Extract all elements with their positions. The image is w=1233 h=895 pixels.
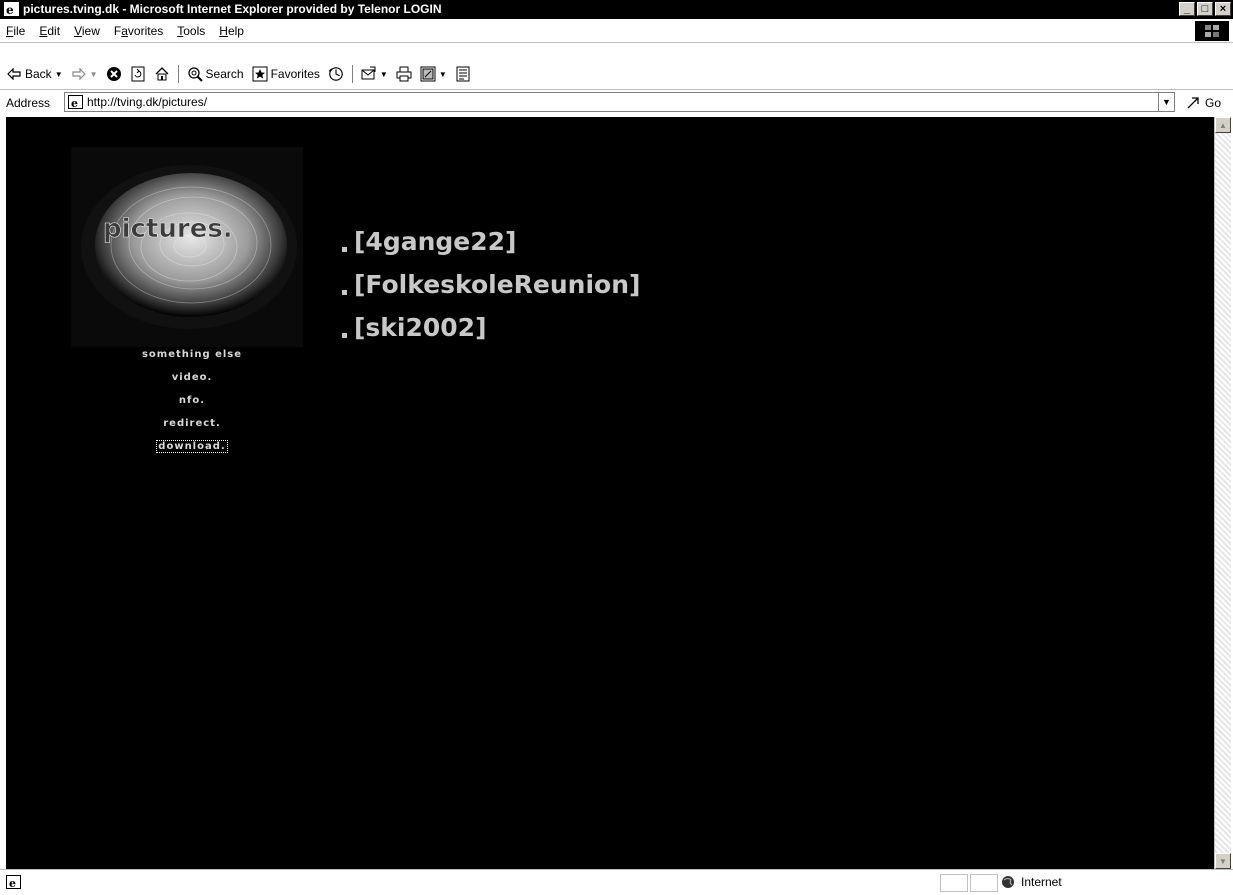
go-label: Go [1205, 96, 1222, 110]
standard-toolbar: Back ▼ ▼ Search Favorites ▼ ▼ [0, 43, 1233, 89]
home-button[interactable] [154, 66, 170, 82]
home-icon [154, 66, 170, 82]
history-icon [328, 66, 344, 82]
window-title: pictures.tving.dk - Microsoft Internet E… [23, 2, 442, 16]
address-input[interactable]: e http://tving.dk/pictures/ ▼ [64, 92, 1175, 112]
forward-dropdown-icon[interactable]: ▼ [90, 70, 98, 79]
forward-arrow-icon [71, 66, 87, 82]
refresh-button[interactable] [130, 66, 146, 82]
mail-icon [361, 66, 377, 82]
history-button[interactable] [328, 66, 344, 82]
page-content[interactable]: pictures. something else video. nfo. red… [6, 117, 1214, 869]
menu-help[interactable]: Help [219, 24, 244, 38]
go-button[interactable]: Go [1186, 95, 1221, 111]
toolbar-separator [351, 65, 353, 83]
edit-dropdown-icon[interactable]: ▼ [439, 70, 447, 79]
left-navigation: something else video. nfo. redirect. dow… [102, 347, 282, 462]
logo-text: pictures. [103, 214, 233, 244]
list-item: [ski2002] [338, 313, 640, 356]
ie-page-icon: e [4, 2, 19, 17]
list-item: [4gange22] [338, 227, 640, 270]
status-panel [940, 874, 968, 892]
maximize-button[interactable]: □ [1197, 2, 1213, 16]
menu-edit[interactable]: Edit [39, 24, 60, 38]
address-bar: Address e http://tving.dk/pictures/ ▼ Go [0, 89, 1233, 115]
refresh-icon [130, 66, 146, 82]
print-icon [396, 66, 412, 82]
windows-logo-throbber-icon [1195, 21, 1229, 41]
nav-link-something-else[interactable]: something else [102, 347, 282, 370]
forward-button[interactable]: ▼ [71, 66, 98, 82]
list-item: [FolkeskoleReunion] [338, 270, 640, 313]
stop-button[interactable] [106, 66, 122, 82]
back-arrow-icon [6, 66, 22, 82]
menu-favorites[interactable]: Favorites [114, 24, 163, 38]
nav-link-redirect[interactable]: redirect. [102, 416, 282, 439]
go-arrow-icon [1186, 95, 1202, 111]
favorites-label: Favorites [270, 67, 320, 81]
scroll-up-arrow-icon[interactable]: ▲ [1215, 117, 1231, 133]
status-panel [970, 874, 998, 892]
gallery-link-4gange22[interactable]: [4gange22] [354, 227, 516, 256]
menu-bar: File Edit View Favorites Tools Help [0, 19, 1233, 43]
svg-text:e: e [6, 3, 14, 16]
status-bar: e Internet [0, 869, 1233, 895]
ie-page-icon: e [67, 94, 83, 110]
close-button[interactable]: × [1215, 2, 1231, 16]
zone-label: Internet [1021, 875, 1062, 889]
address-dropdown-icon[interactable]: ▼ [1158, 93, 1174, 111]
menu-tools[interactable]: Tools [177, 24, 205, 38]
menu-file[interactable]: File [6, 24, 25, 38]
favorites-icon [252, 66, 268, 82]
svg-text:e: e [71, 97, 78, 109]
gallery-link-folkeskolereunion[interactable]: [FolkeskoleReunion] [354, 270, 640, 299]
search-label: Search [205, 67, 244, 81]
minimize-button[interactable]: _ [1179, 2, 1195, 16]
print-button[interactable] [396, 66, 412, 82]
bullet-icon [342, 247, 347, 252]
bullet-icon [342, 290, 347, 295]
svg-text:e: e [9, 877, 16, 889]
nav-link-nfo[interactable]: nfo. [102, 393, 282, 416]
search-button[interactable]: Search [187, 66, 244, 82]
edit-icon [420, 66, 436, 82]
security-zone: Internet [1000, 874, 1062, 890]
mail-dropdown-icon[interactable]: ▼ [380, 70, 388, 79]
bullet-icon [342, 333, 347, 338]
address-label: Address [6, 96, 51, 110]
discuss-icon [455, 66, 471, 82]
vertical-scrollbar[interactable]: ▲ ▼ [1214, 117, 1231, 869]
mail-button[interactable]: ▼ [361, 66, 388, 82]
globe-icon [1000, 874, 1016, 890]
nav-link-download[interactable]: download. [102, 439, 282, 462]
stop-icon [106, 66, 122, 82]
window-title-bar[interactable]: e pictures.tving.dk - Microsoft Internet… [0, 0, 1233, 19]
scroll-down-arrow-icon[interactable]: ▼ [1215, 853, 1231, 869]
nav-link-video[interactable]: video. [102, 370, 282, 393]
back-button[interactable]: Back ▼ [6, 66, 63, 82]
back-dropdown-icon[interactable]: ▼ [55, 70, 63, 79]
pictures-logo: pictures. [71, 147, 303, 347]
edit-button[interactable]: ▼ [420, 66, 447, 82]
address-url: http://tving.dk/pictures/ [87, 95, 208, 109]
toolbar-separator [177, 65, 179, 83]
back-label: Back [25, 67, 52, 81]
favorites-button[interactable]: Favorites [252, 66, 320, 82]
search-icon [187, 66, 203, 82]
ie-page-icon: e [6, 875, 21, 892]
gallery-link-ski2002[interactable]: [ski2002] [354, 313, 487, 342]
discuss-button[interactable] [455, 66, 471, 82]
gallery-list: [4gange22] [FolkeskoleReunion] [ski2002] [338, 227, 640, 356]
menu-view[interactable]: View [74, 24, 100, 38]
